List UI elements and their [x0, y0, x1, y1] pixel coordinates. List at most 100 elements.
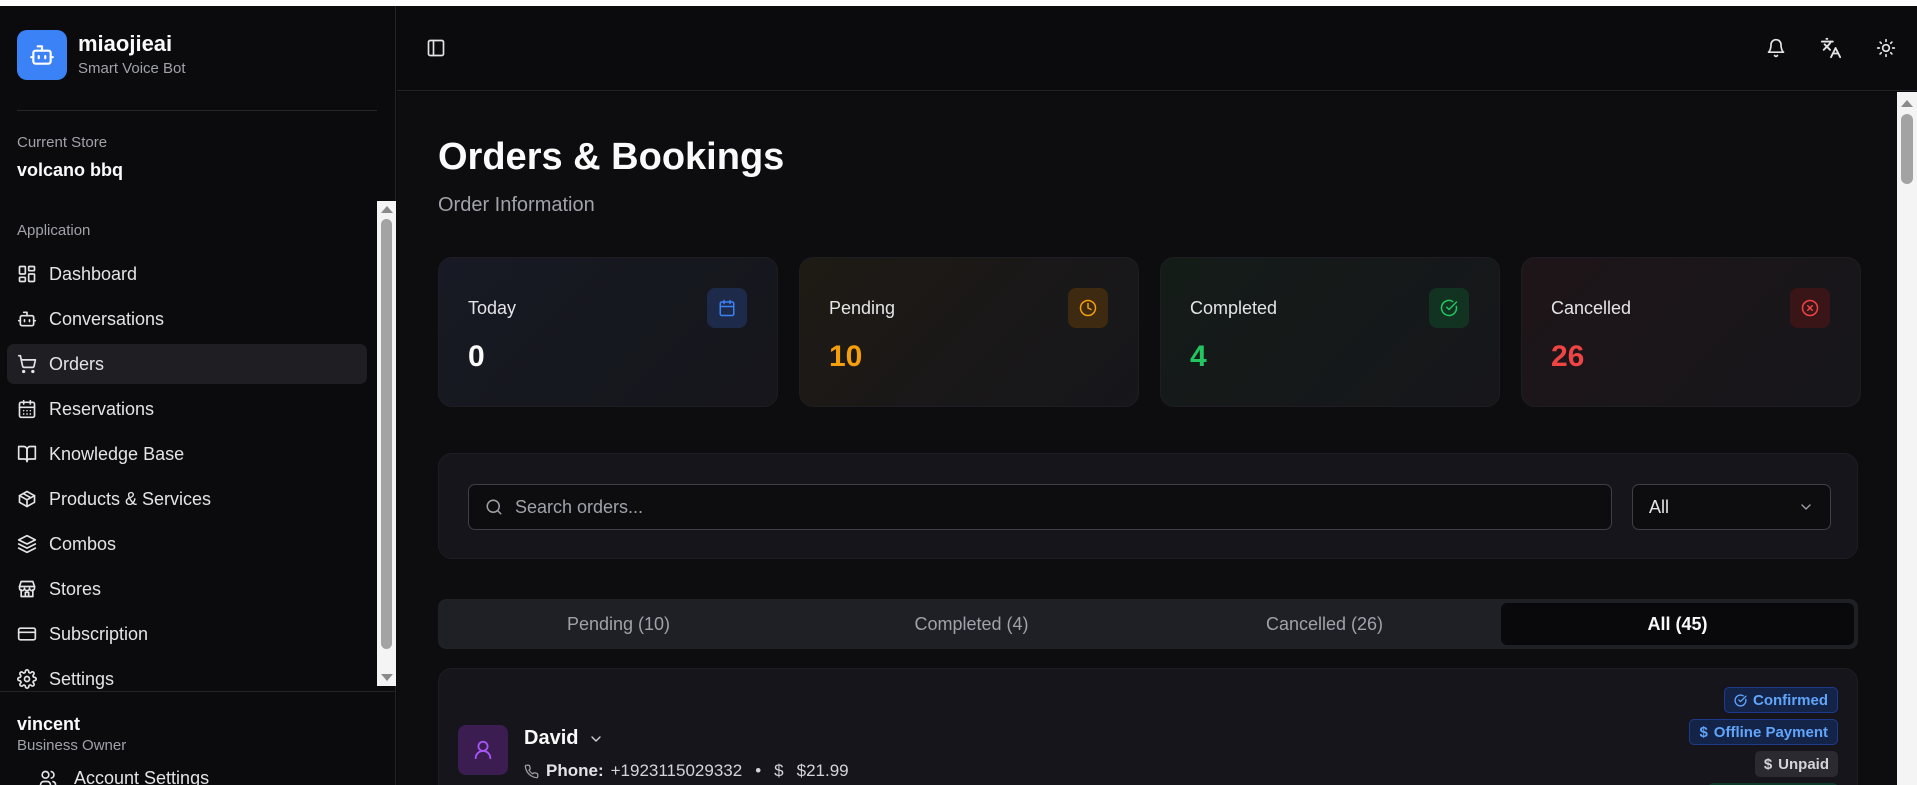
badge-label: Offline Payment [1713, 723, 1828, 741]
sidebar-item-reservations[interactable]: Reservations [7, 389, 367, 429]
notifications-button[interactable] [1764, 36, 1788, 60]
clock-icon [1068, 288, 1108, 328]
bell-icon [1767, 38, 1785, 58]
stat-label: Cancelled [1551, 298, 1632, 318]
translate-icon [1820, 37, 1842, 59]
order-tabs: Pending (10) Completed (4) Cancelled (26… [438, 599, 1858, 649]
sidebar-item-orders[interactable]: Orders [7, 344, 367, 384]
user-name: vincent [17, 714, 81, 734]
stat-label: Today [468, 298, 517, 318]
scroll-up-arrow[interactable] [381, 206, 393, 213]
tab-completed[interactable]: Completed (4) [795, 603, 1148, 645]
sidebar-item-products-services[interactable]: Products & Services [7, 479, 367, 519]
sidebar-item-label: Subscription [49, 623, 149, 644]
theme-toggle-button[interactable] [1874, 36, 1898, 60]
x-circle-icon [1790, 288, 1830, 328]
layers-icon [17, 534, 37, 554]
dollar-icon: $ [1699, 723, 1708, 741]
check-circle-icon [1734, 693, 1747, 707]
current-store-label: Current Store [17, 134, 108, 151]
users-icon [39, 770, 57, 785]
tab-cancelled[interactable]: Cancelled (26) [1148, 603, 1501, 645]
sidebar-toggle-icon [427, 39, 445, 57]
stat-card-pending: Pending 10 [799, 257, 1139, 407]
account-settings-label: Account Settings [74, 768, 210, 785]
bot-icon [17, 30, 67, 80]
status-badge-confirmed: Confirmed [1724, 687, 1838, 713]
gear-icon [17, 669, 37, 689]
check-circle-icon [1429, 288, 1469, 328]
credit-card-icon [17, 627, 37, 641]
sidebar-item-conversations[interactable]: Conversations [7, 299, 367, 339]
sidebar-item-label: Knowledge Base [49, 443, 185, 464]
sidebar-item-combos[interactable]: Combos [7, 524, 367, 564]
stat-label: Completed [1190, 298, 1278, 318]
bot-icon [17, 311, 37, 327]
dashboard-icon [18, 265, 36, 283]
account-settings-link[interactable]: Account Settings [38, 768, 209, 785]
sidebar-toggle-button[interactable] [424, 36, 448, 60]
payment-method-badge: $ Offline Payment [1689, 719, 1838, 745]
status-filter-select[interactable]: All [1632, 484, 1831, 530]
app-window: miaojieai Smart Voice Bot Current Store … [0, 6, 1917, 785]
main-content: Orders & Bookings Order Information Toda… [397, 92, 1897, 785]
dollar-icon: $ [1763, 755, 1773, 773]
chevron-down-icon [1801, 504, 1811, 510]
user-role: Business Owner [17, 737, 127, 754]
sidebar: miaojieai Smart Voice Bot Current Store … [0, 6, 396, 785]
language-button[interactable] [1819, 36, 1843, 60]
dollar-icon: $ [774, 761, 784, 780]
calendar-icon [18, 399, 36, 419]
sidebar-item-settings[interactable]: Settings [7, 659, 367, 691]
tab-pending[interactable]: Pending (10) [442, 603, 795, 645]
page-subtitle: Order Information [438, 194, 595, 216]
main-scrollbar[interactable] [1897, 92, 1917, 785]
brand[interactable]: miaojieai Smart Voice Bot [17, 30, 186, 80]
sidebar-item-label: Combos [49, 533, 117, 554]
user-divider [0, 691, 396, 692]
sidebar-item-stores[interactable]: Stores [7, 569, 367, 609]
badge-label: Confirmed [1753, 691, 1828, 709]
sidebar-item-label: Stores [49, 578, 102, 599]
search-box[interactable] [468, 484, 1612, 530]
scrollbar-thumb[interactable] [381, 219, 392, 649]
search-icon [486, 499, 502, 515]
sidebar-scrollbar[interactable] [377, 201, 396, 686]
sidebar-item-label: Orders [49, 353, 105, 374]
order-card[interactable]: David Phone: +1923115029332 • $ $21.99 C… [438, 668, 1858, 785]
stat-card-cancelled: Cancelled 26 [1521, 257, 1861, 407]
package-icon [18, 490, 36, 508]
sidebar-nav: Dashboard Conversations Orders Reservati… [7, 254, 367, 691]
phone-icon [524, 764, 539, 778]
scrollbar-thumb[interactable] [1901, 114, 1913, 184]
customer-name-toggle[interactable]: David [524, 727, 604, 750]
stat-value: 4 [1190, 340, 1207, 373]
search-input[interactable] [515, 496, 1595, 518]
sidebar-item-subscription[interactable]: Subscription [7, 614, 367, 654]
brand-subtitle: Smart Voice Bot [78, 60, 186, 77]
chevron-down-icon [591, 735, 602, 742]
scroll-up-arrow[interactable] [1901, 100, 1913, 107]
sidebar-item-label: Dashboard [49, 263, 138, 284]
page-title: Orders & Bookings [438, 136, 785, 178]
stat-card-completed: Completed 4 [1160, 257, 1500, 407]
customer-details: Phone: +1923115029332 • $ $21.99 [524, 761, 849, 781]
current-store-name[interactable]: volcano bbq [17, 160, 123, 181]
sidebar-item-label: Settings [49, 668, 115, 689]
sidebar-divider [17, 110, 377, 111]
sidebar-item-knowledge-base[interactable]: Knowledge Base [7, 434, 367, 474]
user-icon [458, 725, 508, 775]
phone-label: Phone: [546, 761, 604, 780]
sidebar-item-label: Products & Services [49, 488, 212, 509]
badge-label: Unpaid [1778, 755, 1829, 773]
filter-panel: All [438, 453, 1858, 559]
sidebar-item-dashboard[interactable]: Dashboard [7, 254, 367, 294]
sidebar-item-label: Conversations [49, 308, 165, 329]
stat-label: Pending [829, 298, 896, 318]
topbar [397, 6, 1917, 91]
tab-all[interactable]: All (45) [1501, 603, 1854, 645]
store-icon [18, 580, 36, 598]
phone-number: +1923115029332 [610, 761, 743, 780]
book-icon [17, 445, 37, 463]
scroll-down-arrow[interactable] [381, 674, 393, 681]
